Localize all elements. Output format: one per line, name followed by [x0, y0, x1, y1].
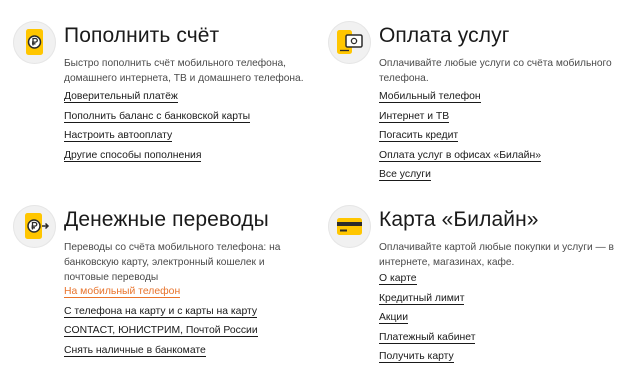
link-pay-in-offices[interactable]: Оплата услуг в офисах «Билайн» — [379, 149, 541, 162]
link-all-services[interactable]: Все услуги — [379, 169, 431, 181]
link-withdraw-cash-atm[interactable]: Снять наличные в банкомате — [64, 344, 206, 357]
link-payment-cabinet[interactable]: Платежный кабинет — [379, 331, 476, 344]
list-item: Получить карту — [379, 350, 475, 370]
list-item: Интернет и ТВ — [379, 110, 541, 130]
list-item: Оплата услуг в офисах «Билайн» — [379, 149, 541, 169]
list-item: Пополнить баланс с банковской карты — [64, 110, 251, 130]
link-to-mobile-phone[interactable]: На мобильный телефон — [64, 286, 181, 298]
phone-transfer-icon — [13, 205, 56, 248]
phone-payment-icon — [328, 21, 371, 64]
section-description: Быстро пополнить счёт мобильного телефон… — [64, 58, 304, 84]
bank-card-icon — [328, 205, 371, 248]
section-description: Оплачивайте картой любые покупки и услуг… — [379, 242, 614, 268]
list-item: Другие способы пополнения — [64, 149, 250, 169]
section-links: О карте Кредитный лимит Акции Платежный … — [379, 272, 476, 370]
list-item: Доверительный платёж — [64, 90, 250, 110]
link-internet-tv[interactable]: Интернет и ТВ — [379, 110, 450, 123]
link-autopay[interactable]: Настроить автооплату — [64, 130, 173, 142]
link-other-topup-methods[interactable]: Другие способы пополнения — [64, 149, 202, 162]
section-description: Переводы со счёта мобильного телефона: н… — [64, 242, 281, 283]
section-description: Оплачивайте любые услуги со счёта мобиль… — [379, 58, 612, 84]
section-links: Доверительный платёж Пополнить баланс с … — [64, 90, 251, 169]
link-contact-unistream-post[interactable]: CONTACT, ЮНИСТРИМ, Почтой России — [64, 325, 258, 337]
section-title: Пополнить счёт — [64, 24, 220, 47]
list-item: Все услуги — [379, 168, 541, 188]
section-links: Мобильный телефон Интернет и ТВ Погасить… — [379, 90, 541, 188]
section-links: На мобильный телефон С телефона на карту… — [64, 285, 258, 363]
link-mobile-phone[interactable]: Мобильный телефон — [379, 91, 481, 103]
section-title: Оплата услуг — [379, 24, 510, 47]
list-item: Платежный кабинет — [379, 331, 476, 351]
list-item: Снять наличные в банкомате — [64, 344, 258, 364]
link-phone-to-card[interactable]: С телефона на карту и с карты на карту — [64, 305, 258, 318]
list-item: На мобильный телефон — [64, 285, 258, 305]
list-item: Погасить кредит — [379, 129, 541, 149]
link-credit-limit[interactable]: Кредитный лимит — [379, 292, 465, 305]
link-get-card[interactable]: Получить карту — [379, 351, 454, 363]
phone-ruble-icon — [13, 21, 56, 64]
link-repay-credit[interactable]: Погасить кредит — [379, 130, 459, 142]
list-item: О карте — [379, 272, 475, 292]
list-item: CONTACT, ЮНИСТРИМ, Почтой России — [64, 324, 258, 344]
list-item: Кредитный лимит — [379, 292, 475, 312]
list-item: Настроить автооплату — [64, 129, 250, 149]
list-item: С телефона на карту и с карты на карту — [64, 305, 258, 325]
list-item: Мобильный телефон — [379, 90, 541, 110]
link-topup-bank-card[interactable]: Пополнить баланс с банковской карты — [64, 110, 251, 123]
section-title: Денежные переводы — [64, 208, 269, 231]
section-title: Карта «Билайн» — [379, 208, 539, 231]
link-trust-payment[interactable]: Доверительный платёж — [64, 91, 178, 103]
link-promotions[interactable]: Акции — [379, 312, 409, 324]
link-about-card[interactable]: О карте — [379, 273, 417, 285]
list-item: Акции — [379, 311, 475, 331]
